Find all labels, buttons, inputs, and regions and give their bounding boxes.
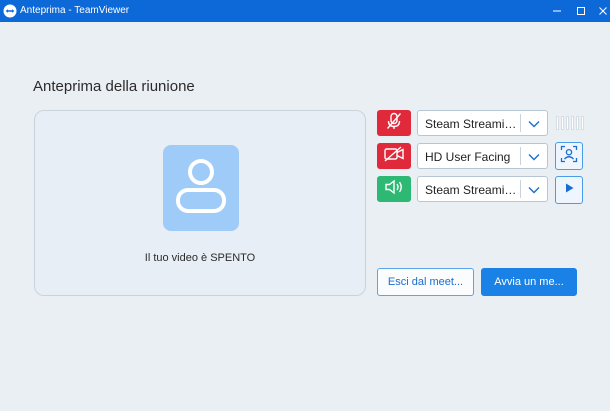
window-title: Anteprima - TeamViewer [20, 5, 130, 16]
speaker-select-value: Steam Streaming Speakers [425, 183, 519, 197]
speaker-toggle-button[interactable] [377, 176, 411, 202]
microphone-select[interactable]: Steam Streaming Microphone [417, 110, 548, 136]
microphone-level-meter [556, 116, 584, 130]
camera-select-value: HD User Facing [425, 150, 511, 164]
leave-meeting-button[interactable]: Esci dal meet... [377, 268, 474, 296]
camera-select[interactable]: HD User Facing [417, 143, 548, 169]
microphone-toggle-button[interactable] [377, 110, 411, 136]
camera-toggle-button[interactable] [377, 143, 411, 169]
microphone-off-icon [384, 111, 404, 136]
chevron-down-icon[interactable] [526, 150, 542, 162]
teamviewer-logo-icon [3, 4, 17, 18]
face-frame-icon [560, 145, 578, 168]
page-title: Anteprima della riunione [33, 78, 195, 95]
close-icon[interactable] [589, 0, 610, 22]
chevron-down-icon[interactable] [526, 183, 542, 195]
chevron-down-icon[interactable] [526, 117, 542, 129]
camera-off-icon [383, 145, 405, 168]
title-bar: Anteprima - TeamViewer [0, 0, 610, 22]
speaker-icon [383, 178, 405, 201]
start-meeting-button[interactable]: Avvia un me... [481, 268, 577, 296]
speaker-select[interactable]: Steam Streaming Speakers [417, 176, 548, 202]
video-preview-panel: Il tuo video è SPENTO [34, 110, 366, 296]
video-status-text: Il tuo video è SPENTO [144, 252, 256, 264]
play-icon [563, 181, 575, 199]
face-frame-button[interactable] [555, 142, 583, 170]
avatar [163, 145, 239, 231]
test-speaker-button[interactable] [555, 176, 583, 204]
user-icon [174, 157, 228, 220]
microphone-select-value: Steam Streaming Microphone [425, 117, 519, 131]
